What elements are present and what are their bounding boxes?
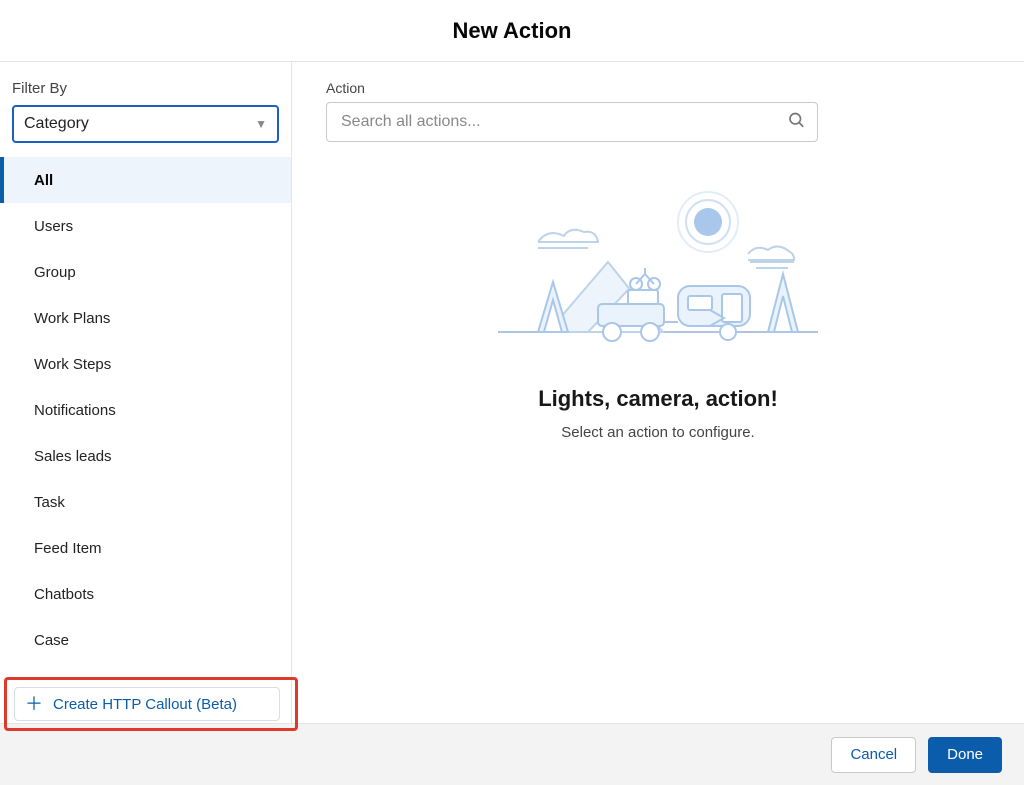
done-button[interactable]: Done: [928, 737, 1002, 773]
empty-state-heading: Lights, camera, action!: [326, 386, 990, 412]
category-item[interactable]: Group: [0, 249, 291, 295]
category-item[interactable]: Users: [0, 203, 291, 249]
category-item[interactable]: Feed Item: [0, 525, 291, 571]
category-item[interactable]: Sales leads: [0, 433, 291, 479]
cancel-button[interactable]: Cancel: [831, 737, 916, 773]
filter-select-value: Category: [24, 115, 89, 133]
create-http-callout-label: Create HTTP Callout (Beta): [53, 696, 237, 713]
title-bar: New Action: [0, 0, 1024, 62]
action-search[interactable]: [326, 102, 818, 142]
footer: Cancel Done: [0, 723, 1024, 785]
search-input[interactable]: [327, 103, 817, 141]
empty-state-sub: Select an action to configure.: [326, 424, 990, 441]
page-title: New Action: [453, 18, 572, 44]
category-item[interactable]: Notifications: [0, 387, 291, 433]
category-item[interactable]: Task: [0, 479, 291, 525]
chevron-down-icon: ▼: [255, 117, 267, 131]
category-item[interactable]: Work Steps: [0, 341, 291, 387]
category-item[interactable]: Work Plans: [0, 295, 291, 341]
main-panel: Action: [292, 62, 1024, 723]
filter-label: Filter By: [0, 80, 291, 105]
filter-select[interactable]: Category ▼: [12, 105, 279, 143]
category-item[interactable]: Case: [0, 617, 291, 663]
category-list: AllUsersGroupWork PlansWork StepsNotific…: [0, 157, 291, 723]
sidebar: Filter By Category ▼ AllUsersGroupWork P…: [0, 62, 292, 723]
category-item[interactable]: Chatbots: [0, 571, 291, 617]
plus-icon: ＋: [25, 695, 43, 713]
create-http-callout-button[interactable]: ＋ Create HTTP Callout (Beta): [14, 687, 280, 721]
body: Filter By Category ▼ AllUsersGroupWork P…: [0, 62, 1024, 723]
http-callout-highlight: ＋ Create HTTP Callout (Beta): [4, 677, 298, 731]
category-item[interactable]: All: [0, 157, 291, 203]
action-label: Action: [326, 80, 990, 96]
empty-illustration: [478, 182, 838, 362]
